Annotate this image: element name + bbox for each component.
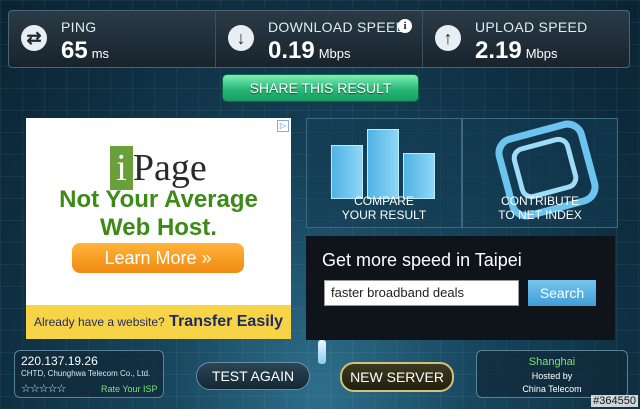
net-index-tile[interactable]: CONTRIBUTE TO NET INDEX [462, 116, 618, 228]
ip-address: 220.137.19.26 [21, 354, 98, 368]
ipage-logo-text: Page [132, 147, 207, 189]
download-value: 0.19 [268, 37, 315, 64]
results-bar: ⇄ PING 65 ms ↓ DOWNLOAD SPEED i 0.19 Mbps … [8, 10, 630, 68]
download-arrow-icon: ↓ [228, 25, 254, 51]
broadband-search-panel: Get more speed in Taipei faster broadban… [306, 236, 615, 340]
download-unit: Mbps [318, 46, 351, 61]
ping-value: 65 [61, 37, 88, 64]
server-host: China Telecom [522, 384, 582, 394]
ad-footer-transfer: Transfer Easily [169, 313, 284, 330]
rating-stars[interactable]: ☆☆☆☆☆ [21, 382, 66, 395]
info-icon[interactable]: i [398, 19, 412, 33]
upload-unit: Mbps [525, 46, 558, 61]
contribute-label: CONTRIBUTE TO NET INDEX [498, 194, 582, 222]
ad-footer-question: Already have a website? [33, 315, 165, 329]
ping-label: PING [61, 19, 97, 35]
upload-value: 2.19 [475, 37, 522, 64]
cta-heading: Get more speed in Taipei [322, 250, 522, 270]
watermark: #364550 [591, 395, 638, 407]
new-server-button[interactable]: NEW SERVER [340, 362, 454, 392]
server-info: Shanghai Hosted by China Telecom [476, 350, 628, 398]
swap-arrows-icon: ⇄ [21, 25, 47, 51]
isp-info: 220.137.19.26 CHTD, Chunghwa Telecom Co.… [14, 350, 164, 398]
compare-result-tile[interactable]: COMPARE YOUR RESULT [306, 118, 462, 228]
hosted-by-label: Hosted by [531, 371, 573, 381]
download-label: DOWNLOAD SPEED [268, 19, 406, 35]
learn-more-button[interactable]: Learn More » [72, 243, 244, 273]
upload-value-row: 2.19 Mbps [475, 37, 558, 65]
ad-headline-line2: Web Host. [100, 214, 217, 241]
server-city: Shanghai [528, 356, 576, 368]
download-stat: ↓ DOWNLOAD SPEED i 0.19 Mbps [216, 11, 423, 67]
ping-stat: ⇄ PING 65 ms [9, 11, 216, 67]
ad-headline: Not Your Average Web Host. [26, 186, 291, 242]
upload-stat: ↑ UPLOAD SPEED 2.19 Mbps [423, 11, 629, 67]
test-again-button[interactable]: TEST AGAIN [196, 362, 310, 390]
ipage-logo: i Page [26, 146, 291, 190]
isp-name: CHTD, Chunghwa Telecom Co., Ltd. [21, 369, 151, 378]
search-input[interactable]: faster broadband deals [324, 280, 519, 306]
ad-headline-line1: Not Your Average [59, 186, 258, 213]
share-result-button[interactable]: SHARE THIS RESULT [222, 74, 419, 102]
ping-unit: ms [91, 46, 110, 61]
speedtest-app: ⇄ PING 65 ms ↓ DOWNLOAD SPEED i 0.19 Mbps … [0, 0, 640, 409]
compare-label: COMPARE YOUR RESULT [341, 194, 427, 222]
upload-arrow-icon: ↑ [435, 25, 461, 51]
upload-label: UPLOAD SPEED [475, 19, 588, 35]
download-value-row: 0.19 Mbps [268, 37, 351, 65]
rate-isp-link[interactable]: Rate Your ISP [101, 384, 158, 394]
bar-chart-icon [331, 129, 437, 199]
search-button[interactable]: Search [528, 280, 596, 306]
bottom-bar: 220.137.19.26 CHTD, Chunghwa Telecom Co.… [14, 350, 628, 400]
ipage-logo-i: i [110, 146, 133, 190]
ipage-ad[interactable]: ▷ i Page Not Your Average Web Host. Learn… [26, 118, 291, 339]
ping-value-row: 65 ms [61, 37, 109, 65]
adchoices-icon[interactable]: ▷ [277, 120, 289, 132]
ad-footer[interactable]: Already have a website? Transfer Easily [26, 305, 291, 339]
